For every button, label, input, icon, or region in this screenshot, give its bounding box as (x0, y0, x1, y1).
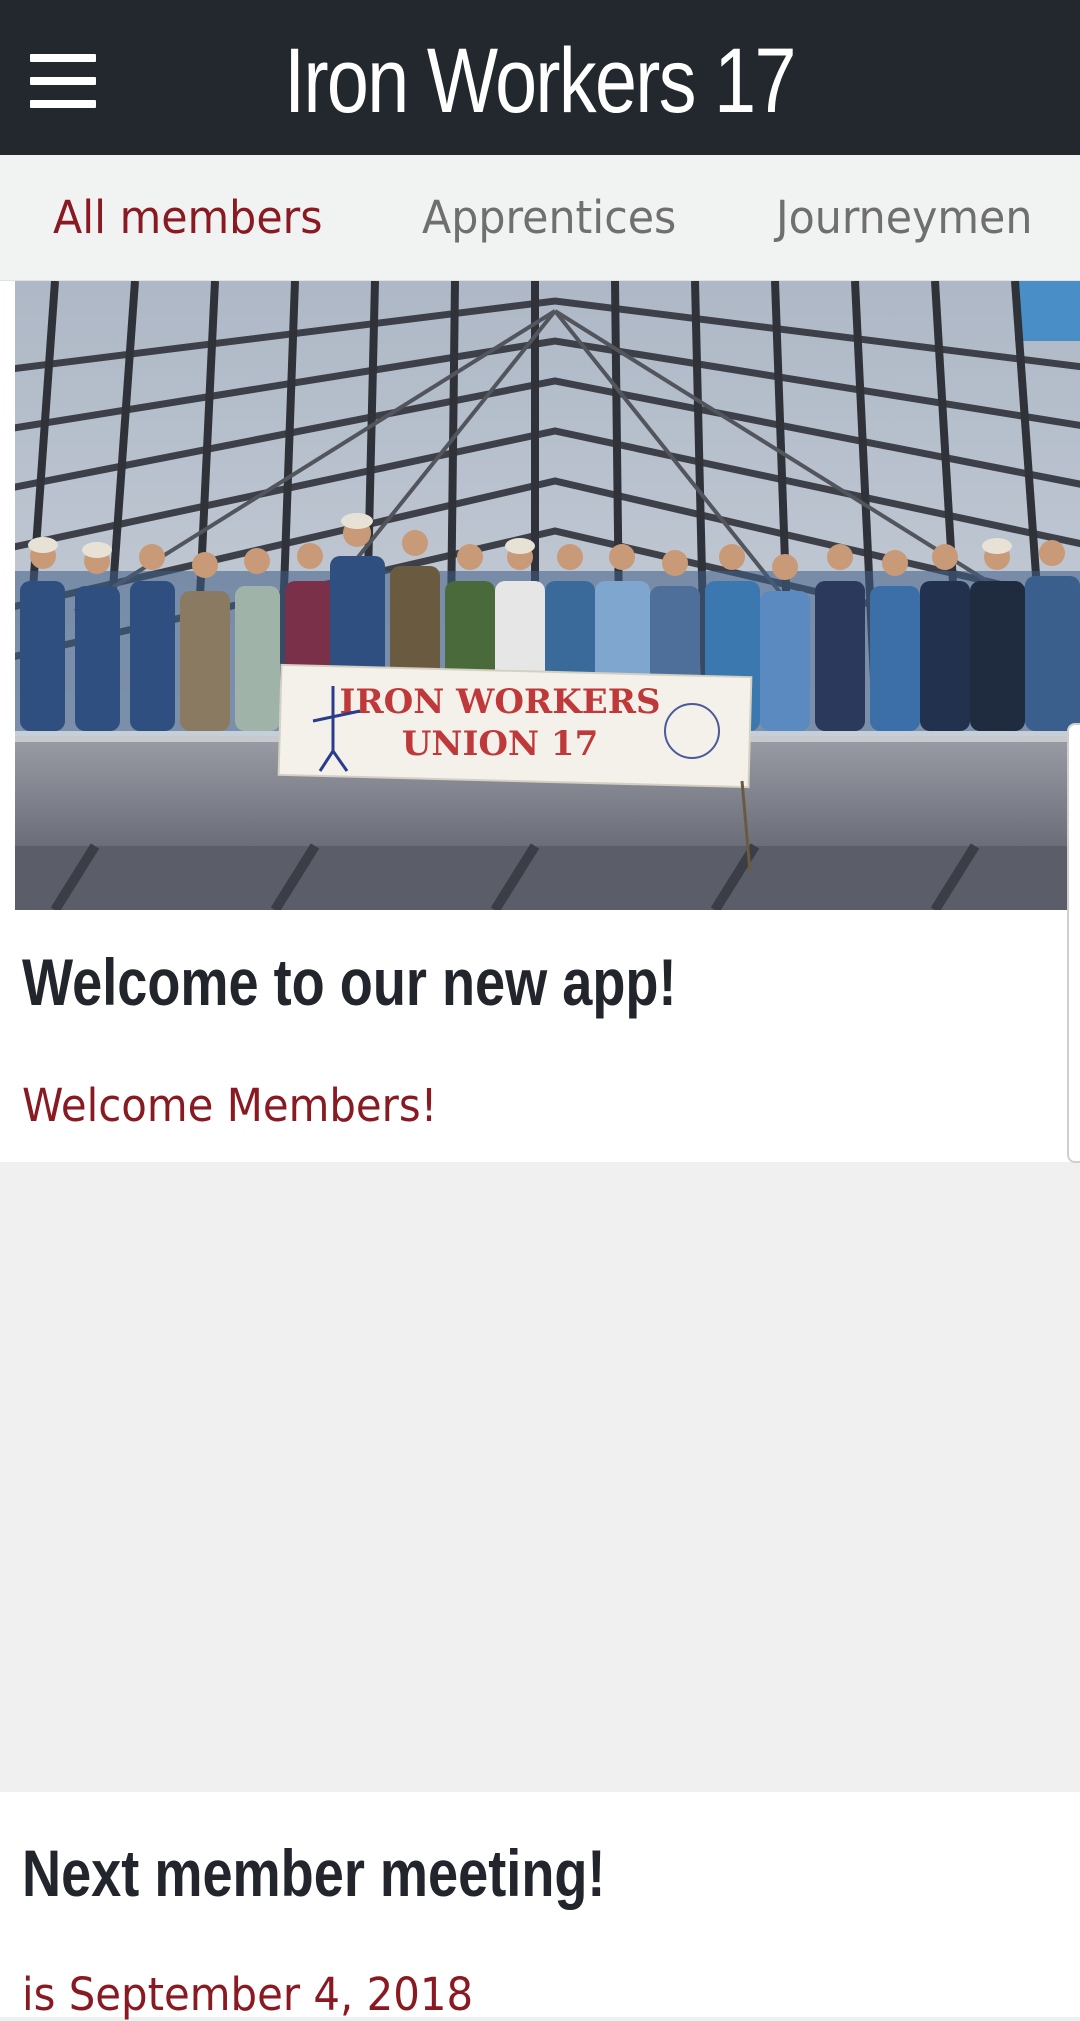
app-title: Iron Workers 17 (284, 30, 796, 132)
app-bar: Iron Workers 17 (0, 0, 1080, 155)
post-title: Next member meeting! (22, 1836, 606, 1910)
banner-text-line2: UNION 17 (402, 724, 598, 764)
tab-journeymen[interactable]: Journeymen (776, 191, 1032, 244)
post-title: Welcome to our new app! (22, 945, 677, 1019)
post-subtitle: is September 4, 2018 (22, 1968, 474, 2021)
post-card-meeting[interactable]: Next member meeting! is September 4, 201… (0, 1792, 1080, 2021)
banner-text-line1: IRON WORKERS (339, 682, 660, 722)
tab-all-members[interactable]: All members (53, 191, 322, 244)
tab-apprentices[interactable]: Apprentices (422, 191, 676, 244)
adjacent-card-edge (1067, 723, 1080, 1163)
hamburger-menu-icon[interactable] (30, 54, 96, 108)
post-subtitle: Welcome Members! (22, 1079, 438, 1132)
union-group-photo: IRON WORKERS UNION 17 (15, 281, 1080, 910)
member-tabs: All members Apprentices Journeymen (0, 155, 1080, 281)
post-card-welcome[interactable]: IRON WORKERS UNION 17 Welcome to our new… (0, 281, 1080, 1162)
